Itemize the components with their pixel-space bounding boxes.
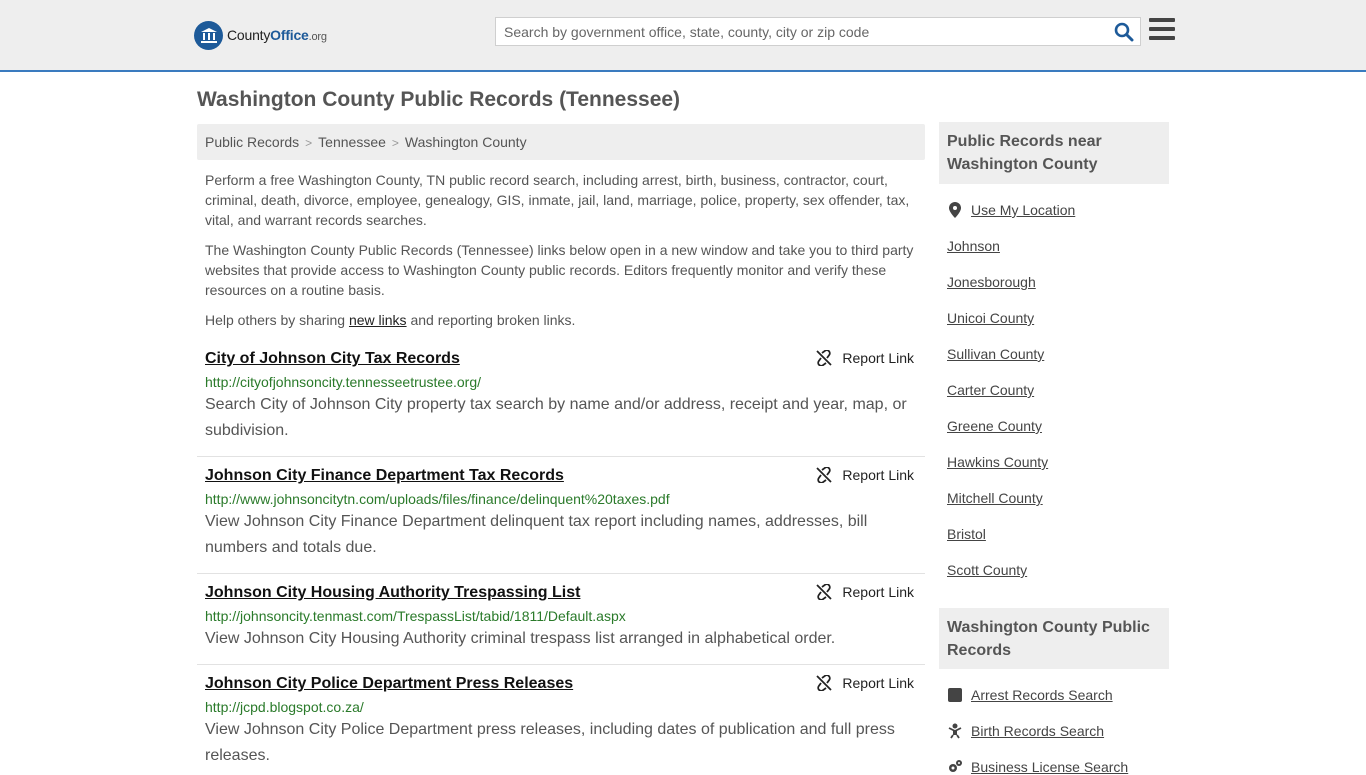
- record-description: View Johnson City Police Department pres…: [205, 721, 895, 764]
- report-link-button[interactable]: Report Link: [816, 350, 914, 366]
- record-url[interactable]: http://cityofjohnsoncity.tennesseetruste…: [205, 374, 917, 390]
- arrest-icon: [947, 687, 963, 703]
- nearby-records-header: Public Records near Washington County: [939, 122, 1169, 184]
- record-title-link[interactable]: Johnson City Finance Department Tax Reco…: [205, 467, 564, 485]
- nearby-link-scott-county[interactable]: Scott County: [947, 562, 1027, 578]
- record-item: Johnson City Police Department Press Rel…: [205, 675, 917, 769]
- breadcrumb-washington-county[interactable]: Washington County: [405, 134, 527, 150]
- breadcrumb-separator: >: [305, 136, 313, 150]
- record-description: View Johnson City Finance Department del…: [205, 513, 868, 556]
- record-title-link[interactable]: City of Johnson City Tax Records: [205, 350, 460, 368]
- record-title-link[interactable]: Johnson City Housing Authority Trespassi…: [205, 584, 580, 602]
- record-divider: [197, 664, 925, 665]
- baby-icon: [947, 723, 963, 739]
- record-url[interactable]: http://www.johnsoncitytn.com/uploads/fil…: [205, 491, 917, 507]
- nearby-link-greene-county[interactable]: Greene County: [947, 418, 1042, 434]
- record-description: View Johnson City Housing Authority crim…: [205, 630, 836, 647]
- breadcrumb-separator: >: [391, 136, 399, 150]
- intro-paragraph-2: The Washington County Public Records (Te…: [205, 242, 914, 298]
- breadcrumb-public-records[interactable]: Public Records: [205, 134, 299, 150]
- broken-link-icon: [816, 675, 833, 691]
- broken-link-icon: [816, 584, 833, 600]
- search-icon[interactable]: [1114, 22, 1134, 42]
- record-url[interactable]: http://johnsoncity.tenmast.com/TrespassL…: [205, 608, 917, 624]
- logo-seal-icon: [194, 20, 223, 50]
- county-office-logo[interactable]: CountyOffice.org: [194, 20, 327, 50]
- intro-paragraph-3: Help others by sharing new links and rep…: [205, 312, 576, 328]
- record-item: City of Johnson City Tax Records Report …: [205, 350, 917, 444]
- logo-text: CountyOffice.org: [227, 27, 327, 43]
- record-divider: [197, 456, 925, 457]
- report-link-button[interactable]: Report Link: [816, 584, 914, 600]
- arrest-records-search-link[interactable]: Arrest Records Search: [947, 687, 1113, 703]
- report-link-button[interactable]: Report Link: [816, 675, 914, 691]
- search-input[interactable]: [496, 18, 1106, 45]
- broken-link-icon: [816, 350, 833, 366]
- page-title: Washington County Public Records (Tennes…: [197, 88, 681, 111]
- record-item: Johnson City Finance Department Tax Reco…: [205, 467, 917, 561]
- top-bar: CountyOffice.org: [0, 0, 1366, 72]
- birth-records-search-link[interactable]: Birth Records Search: [947, 723, 1104, 739]
- breadcrumb-tennessee[interactable]: Tennessee: [318, 134, 386, 150]
- nearby-link-carter-county[interactable]: Carter County: [947, 382, 1034, 398]
- record-title-link[interactable]: Johnson City Police Department Press Rel…: [205, 675, 573, 693]
- record-url[interactable]: http://jcpd.blogspot.co.za/: [205, 699, 917, 715]
- nearby-link-sullivan-county[interactable]: Sullivan County: [947, 346, 1044, 362]
- record-description: Search City of Johnson City property tax…: [205, 396, 907, 439]
- broken-link-icon: [816, 467, 833, 483]
- nearby-link-hawkins-county[interactable]: Hawkins County: [947, 454, 1048, 470]
- business-license-search-link[interactable]: Business License Search: [947, 759, 1128, 775]
- report-link-button[interactable]: Report Link: [816, 467, 914, 483]
- breadcrumb: Public Records > Tennessee > Washington Coun…: [197, 124, 925, 160]
- county-records-header: Washington County Public Records: [939, 608, 1169, 669]
- search-box: [495, 17, 1141, 46]
- intro-paragraph-1: Perform a free Washington County, TN pub…: [205, 172, 910, 228]
- nearby-link-mitchell-county[interactable]: Mitchell County: [947, 490, 1043, 506]
- gears-icon: [947, 759, 963, 775]
- nearby-link-bristol[interactable]: Bristol: [947, 526, 986, 542]
- hamburger-menu-icon[interactable]: [1149, 18, 1175, 42]
- nearby-link-jonesborough[interactable]: Jonesborough: [947, 274, 1036, 290]
- nearby-link-johnson[interactable]: Johnson: [947, 238, 1000, 254]
- map-marker-icon: [947, 202, 963, 218]
- nearby-link-unicoi-county[interactable]: Unicoi County: [947, 310, 1034, 326]
- record-item: Johnson City Housing Authority Trespassi…: [205, 584, 917, 652]
- record-divider: [197, 573, 925, 574]
- new-links-link[interactable]: new links: [349, 312, 407, 328]
- use-my-location-link[interactable]: Use My Location: [947, 202, 1075, 218]
